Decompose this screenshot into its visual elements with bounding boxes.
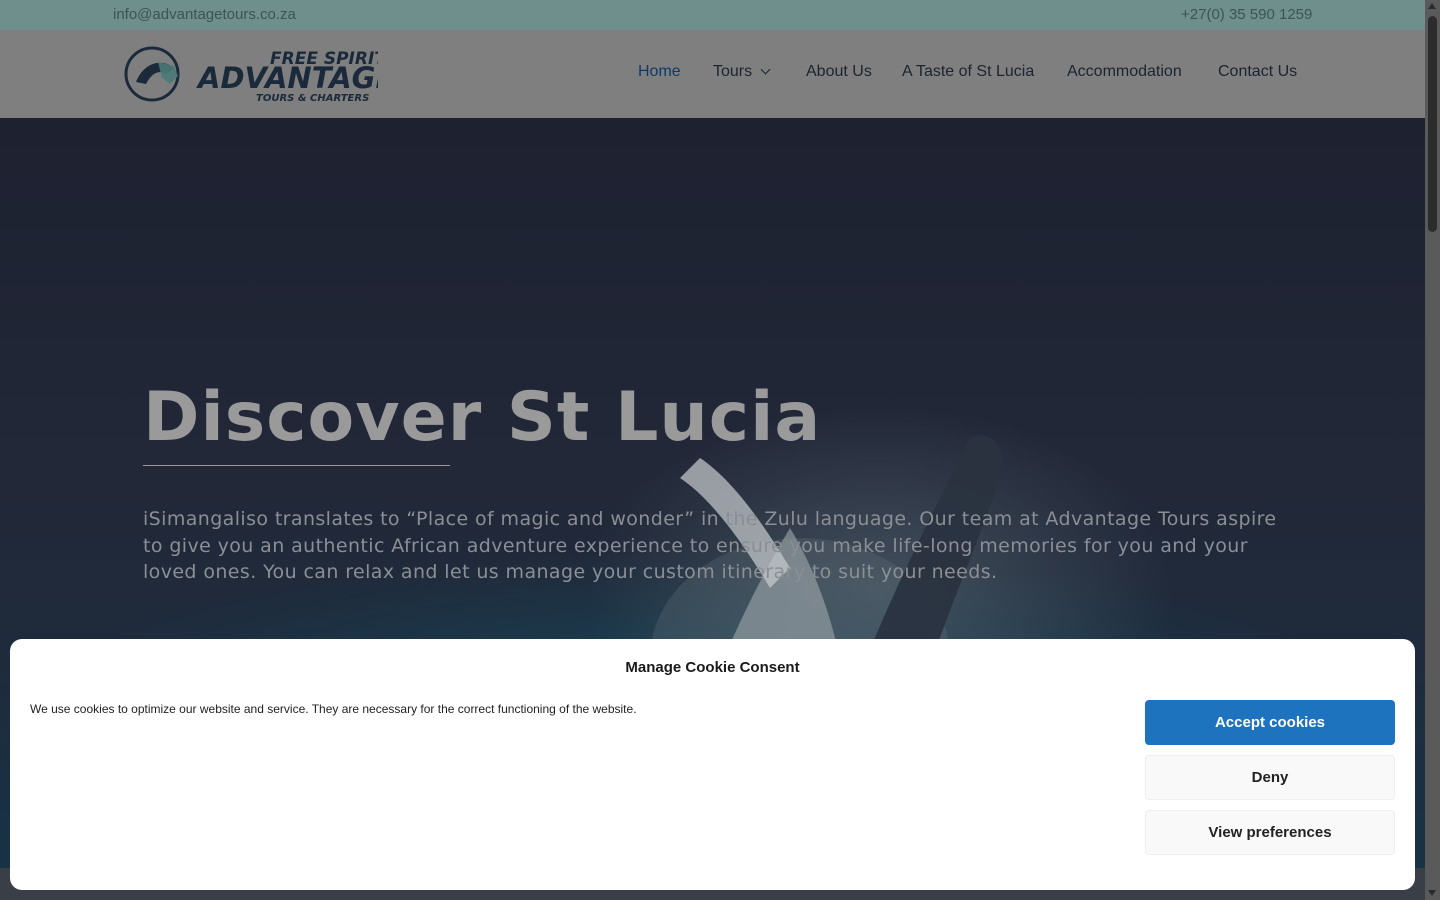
scroll-up-arrow-icon[interactable] [1428,3,1436,9]
view-preferences-button[interactable]: View preferences [1145,810,1395,855]
logo-line2: ADVANTAGE [196,61,378,95]
nav-item-tours-label: Tours [713,63,753,80]
nav-item-about-us[interactable]: About Us [806,63,872,81]
scrollbar-thumb[interactable] [1428,16,1437,232]
nav-item-taste-of-st-lucia[interactable]: A Taste of St Lucia [902,63,1034,81]
nav-item-home[interactable]: Home [638,63,681,81]
hero-title: Discover St Lucia [143,378,822,457]
page-scrollbar[interactable] [1425,0,1440,900]
hero-description: iSimangaliso translates to “Place of mag… [143,508,1277,583]
site-header: FREE SPIRIT ADVANTAGE TOURS & CHARTERS H… [0,30,1425,118]
nav-item-accommodation[interactable]: Accommodation [1067,63,1182,81]
accept-cookies-button[interactable]: Accept cookies [1145,700,1395,745]
hero-divider [143,465,450,466]
scroll-down-arrow-icon[interactable] [1428,890,1436,896]
cookie-dialog-title: Manage Cookie Consent [625,659,800,676]
logo-line3: TOURS & CHARTERS [256,93,369,104]
nav-item-contact-us[interactable]: Contact Us [1218,63,1297,81]
site-logo[interactable]: FREE SPIRIT ADVANTAGE TOURS & CHARTERS [122,44,378,104]
chevron-down-icon [760,64,771,75]
nav-item-tours[interactable]: Tours [713,63,771,81]
phone-link[interactable]: +27(0) 35 590 1259 [1181,6,1312,23]
email-link[interactable]: info@advantagetours.co.za [113,6,296,23]
cookie-dialog-message: We use cookies to optimize our website a… [30,702,637,716]
top-contact-bar: info@advantagetours.co.za +27(0) 35 590 … [0,0,1425,30]
cookie-consent-dialog: Manage Cookie Consent We use cookies to … [10,639,1415,890]
deny-cookies-button[interactable]: Deny [1145,755,1395,800]
